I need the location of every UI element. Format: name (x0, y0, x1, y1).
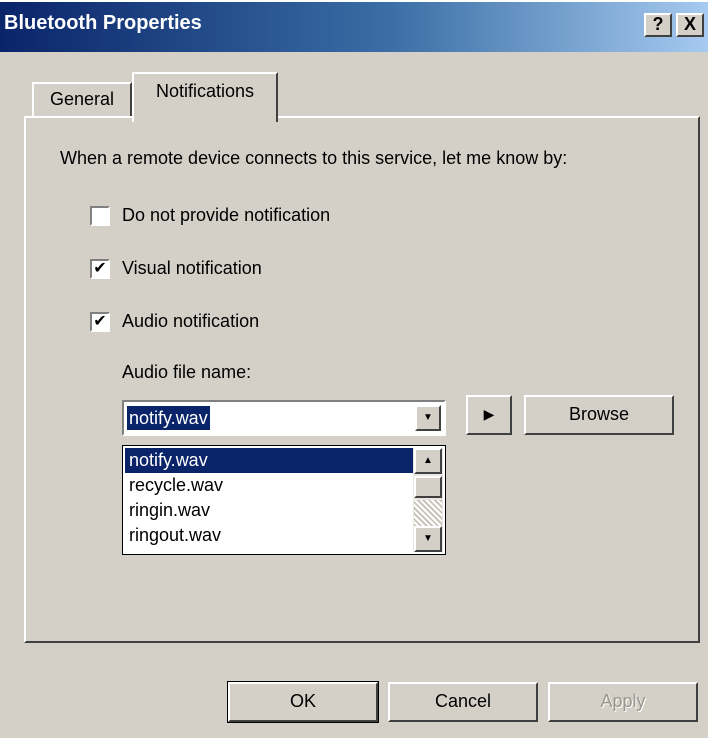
instruction-text: When a remote device connects to this se… (60, 148, 568, 168)
no-notification-label: Do not provide notification (122, 205, 331, 225)
play-button[interactable]: ▶ (466, 395, 512, 435)
browse-button[interactable]: Browse (524, 395, 674, 435)
scroll-down-icon[interactable]: ▼ (414, 526, 442, 552)
window-title: Bluetooth Properties (4, 12, 202, 34)
list-item[interactable]: recycle.wav (125, 473, 413, 498)
list-item[interactable]: ringin.wav (125, 498, 413, 523)
title-bar[interactable]: Bluetooth Properties ? X (0, 2, 708, 52)
bluetooth-properties-window: Bluetooth Properties ? X General Notific… (0, 0, 708, 738)
visual-notification-label: Visual notification (122, 258, 262, 278)
play-icon: ▶ (483, 406, 495, 422)
help-button[interactable]: ? (644, 13, 672, 37)
scroll-up-icon[interactable]: ▲ (414, 448, 442, 474)
tab-notifications[interactable]: Notifications (132, 72, 278, 122)
scrollbar-thumb[interactable] (414, 476, 442, 498)
chevron-down-icon[interactable]: ▼ (415, 405, 441, 431)
audio-file-name-label: Audio file name: (122, 362, 252, 382)
audio-file-value: notify.wav (127, 406, 210, 430)
dropdown-scrollbar[interactable]: ▲ ▼ (413, 448, 443, 552)
audio-notification-label: Audio notification (122, 311, 260, 331)
apply-button[interactable]: Apply (548, 682, 698, 722)
ok-button[interactable]: OK (227, 681, 379, 723)
list-item[interactable]: ringout.wav (125, 523, 413, 548)
visual-notification-checkbox[interactable]: ✔ (90, 259, 110, 279)
tab-general[interactable]: General (32, 82, 132, 116)
cancel-button[interactable]: Cancel (388, 682, 538, 722)
no-notification-checkbox[interactable] (90, 206, 110, 226)
scrollbar-track[interactable] (414, 500, 442, 526)
audio-notification-checkbox[interactable]: ✔ (90, 312, 110, 332)
close-button[interactable]: X (676, 13, 704, 37)
audio-file-dropdown-list[interactable]: notify.wav recycle.wav ringin.wav ringou… (122, 445, 446, 555)
list-item[interactable]: notify.wav (125, 448, 413, 473)
audio-file-combobox[interactable]: notify.wav ▼ (122, 400, 446, 436)
